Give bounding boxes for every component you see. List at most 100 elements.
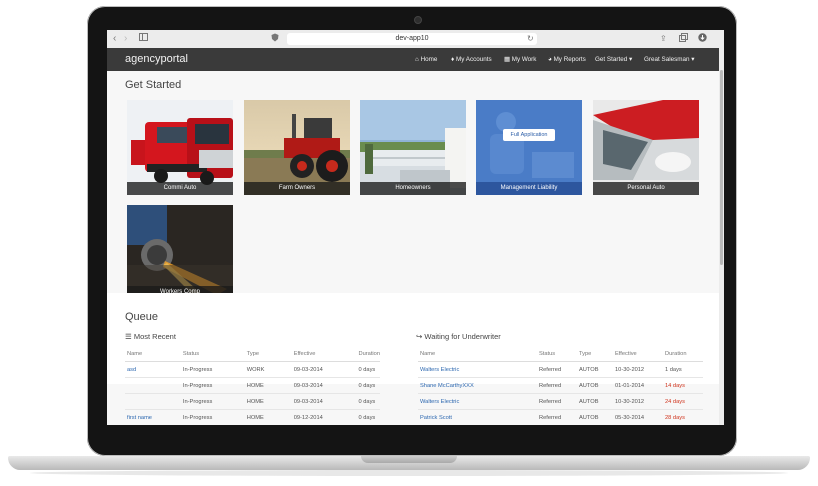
row-duration: 0 days	[356, 393, 380, 410]
nav-home-label: Home	[420, 56, 438, 63]
row-status: In-Progress	[180, 361, 245, 378]
row-type: AUTOB	[577, 377, 613, 394]
waiting-table: Name Status Type Effective Duration Walt…	[418, 346, 703, 425]
caret-down-icon: ▾	[628, 56, 633, 63]
row-duration: 0 days	[356, 361, 380, 378]
row-status: In-Progress	[180, 377, 245, 394]
reload-icon[interactable]: ↻	[527, 33, 534, 45]
address-bar[interactable]: dev-app10	[287, 33, 537, 45]
row-duration: 1 days	[663, 361, 703, 378]
nav-my-accounts[interactable]: ♦ My Accounts	[451, 56, 492, 63]
webcam	[414, 16, 422, 24]
table-row[interactable]: In-Progress HOME 09-03-2014 0 days	[125, 377, 380, 394]
col-duration[interactable]: Duration	[663, 346, 703, 362]
url-text: dev-app10	[395, 35, 429, 42]
col-status[interactable]: Status	[180, 346, 245, 362]
brand-logo[interactable]: agencyportal	[125, 53, 188, 65]
row-name-link[interactable]: first name	[125, 409, 181, 425]
table-header: Name Status Type Effective Duration	[418, 346, 703, 362]
table-row[interactable]: Walters Electric Referred AUTOB 10-30-20…	[418, 393, 703, 410]
nav-get-started-label: Get Started	[595, 56, 628, 63]
row-name-link[interactable]: Patrick Scott	[418, 409, 537, 425]
nav-get-started[interactable]: Get Started ▾	[595, 56, 632, 63]
download-icon[interactable]	[698, 33, 707, 46]
back-icon[interactable]: ‹	[113, 33, 116, 45]
row-duration: 0 days	[356, 377, 380, 394]
nav-my-work[interactable]: ▦ My Work	[504, 56, 536, 63]
nav-reports-label: My Reports	[553, 56, 586, 63]
nav-accounts-label: My Accounts	[455, 56, 492, 63]
row-effective: 10-30-2012	[613, 393, 663, 410]
row-effective: 10-30-2012	[613, 361, 663, 378]
nav-home[interactable]: ⌂ Home	[415, 56, 437, 63]
laptop-screen: ‹ › dev-app10 ↻ ⇪ agencyportal ⌂ Home ♦ …	[107, 30, 724, 425]
most-recent-table: Name Status Type Effective Duration asd …	[125, 346, 380, 425]
tractor-image	[244, 100, 350, 195]
most-recent-title: Most Recent	[133, 332, 176, 341]
tile-workers-comp[interactable]: Workers Comp	[127, 205, 233, 299]
tile-label: Homeowners	[360, 182, 466, 195]
most-recent-heading: ☰ Most Recent	[125, 332, 176, 341]
nav-work-label: My Work	[511, 56, 537, 63]
table-row[interactable]: In-Progress HOME 09-03-2014 0 days	[125, 393, 380, 410]
tile-label: Farm Owners	[244, 182, 350, 195]
row-status: Referred	[537, 361, 577, 378]
tile-management-liability[interactable]: Full Application Management Liability	[476, 100, 582, 195]
row-type: AUTOB	[577, 361, 613, 378]
share-icon[interactable]: ⇪	[660, 33, 667, 45]
nav-user-menu[interactable]: Great Salesman ▾	[644, 56, 694, 63]
tabs-icon[interactable]	[679, 33, 688, 46]
row-type: WORK	[244, 361, 292, 378]
table-row[interactable]: Patrick Scott Referred AUTOB 05-30-2014 …	[418, 409, 703, 425]
row-duration: 14 days	[663, 377, 703, 394]
accounts-icon: ♦	[451, 56, 455, 63]
col-type[interactable]: Type	[244, 346, 292, 362]
caret-down-icon: ▾	[691, 56, 695, 63]
sidebar-icon[interactable]	[139, 33, 148, 45]
col-status[interactable]: Status	[537, 346, 577, 362]
table-row[interactable]: Walters Electric Referred AUTOB 10-30-20…	[418, 361, 703, 378]
row-name-link[interactable]: Shane McCarthyXXX	[418, 377, 537, 394]
col-effective[interactable]: Effective	[613, 346, 663, 362]
table-row[interactable]: first name In-Progress HOME 09-12-2014 0…	[125, 409, 380, 425]
waiting-title: Waiting for Underwriter	[424, 332, 501, 341]
get-started-title: Get Started	[125, 79, 182, 91]
nav-my-reports[interactable]: ◕ My Reports	[548, 56, 586, 63]
forward-icon[interactable]: ›	[124, 33, 127, 45]
row-name-link[interactable]: asd	[125, 361, 181, 378]
row-status: In-Progress	[180, 393, 245, 410]
tile-farm-owners[interactable]: Farm Owners	[244, 100, 350, 195]
shield-icon[interactable]	[271, 33, 279, 46]
car-image	[593, 100, 699, 195]
laptop-notch	[361, 456, 457, 463]
tile-personal-auto[interactable]: Personal Auto	[593, 100, 699, 195]
table-header: Name Status Type Effective Duration	[125, 346, 380, 362]
tile-commi-auto[interactable]: Commi Auto	[127, 100, 233, 195]
row-name-link[interactable]	[125, 393, 181, 410]
truck-image	[127, 100, 233, 195]
col-name[interactable]: Name	[125, 346, 181, 362]
col-type[interactable]: Type	[577, 346, 613, 362]
tile-homeowners[interactable]: Homeowners	[360, 100, 466, 195]
col-effective[interactable]: Effective	[291, 346, 357, 362]
table-row[interactable]: Shane McCarthyXXX Referred AUTOB 01-01-2…	[418, 377, 703, 394]
row-effective: 01-01-2014	[613, 377, 663, 394]
col-name[interactable]: Name	[418, 346, 537, 362]
full-application-button[interactable]: Full Application	[503, 129, 555, 141]
row-duration: 0 days	[356, 409, 380, 425]
laptop-shadow	[30, 470, 788, 476]
grinder-image	[127, 205, 233, 299]
row-name-link[interactable]	[125, 377, 181, 394]
row-type: HOME	[244, 393, 292, 410]
row-name-link[interactable]: Walters Electric	[418, 393, 537, 410]
row-type: HOME	[244, 409, 292, 425]
tile-label: Management Liability	[476, 182, 582, 195]
home-icon: ⌂	[415, 56, 419, 63]
scrollbar-thumb[interactable]	[720, 70, 723, 265]
table-row[interactable]: asd In-Progress WORK 09-03-2014 0 days	[125, 361, 380, 378]
row-duration: 24 days	[663, 393, 703, 410]
row-name-link[interactable]: Walters Electric	[418, 361, 537, 378]
row-effective: 09-12-2014	[291, 409, 357, 425]
row-status: In-Progress	[180, 409, 245, 425]
col-duration[interactable]: Duration	[356, 346, 380, 362]
